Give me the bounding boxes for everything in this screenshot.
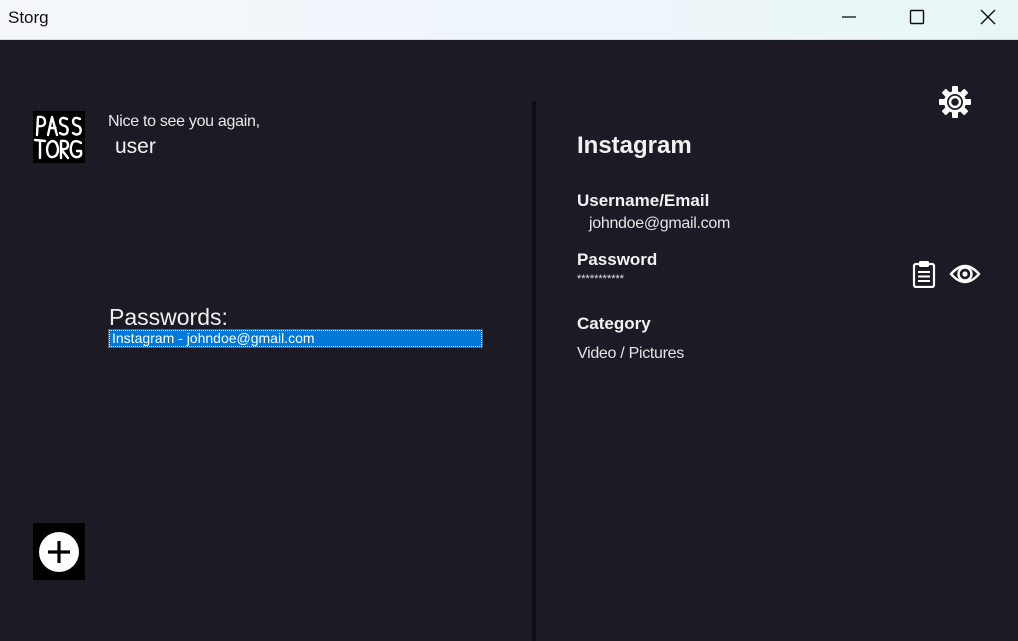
password-list[interactable]: Instagram - johndoe@gmail.com — [108, 329, 483, 348]
username-value: johndoe@gmail.com — [589, 215, 730, 232]
category-value: Video / Pictures — [577, 345, 684, 362]
add-password-button[interactable] — [33, 523, 85, 580]
title-bar: Storg — [0, 0, 1018, 40]
password-label: Password — [577, 250, 658, 269]
settings-button[interactable] — [937, 84, 973, 120]
close-button[interactable] — [953, 0, 1018, 34]
greeting-text: Nice to see you again, — [108, 113, 260, 130]
entry-title: Instagram — [577, 132, 692, 159]
plus-circle-icon — [39, 531, 79, 572]
gear-icon — [939, 86, 971, 118]
password-value: *********** — [577, 273, 625, 285]
maximize-icon — [909, 9, 925, 25]
panel-divider — [532, 101, 536, 641]
minimize-button[interactable] — [814, 0, 884, 34]
maximize-button[interactable] — [882, 0, 952, 34]
passwords-heading: Passwords: — [109, 304, 228, 330]
eye-icon — [949, 264, 981, 284]
window-title: Storg — [8, 8, 49, 27]
reveal-password-button[interactable] — [949, 261, 981, 287]
logo-icon — [33, 115, 83, 160]
close-icon — [980, 9, 996, 25]
category-label: Category — [577, 314, 651, 333]
clipboard-icon — [912, 261, 936, 289]
password-list-item[interactable]: Instagram - johndoe@gmail.com — [109, 330, 482, 347]
username-text: user — [115, 135, 156, 158]
username-label: Username/Email — [577, 191, 710, 210]
minimize-icon — [842, 16, 856, 18]
passtorg-logo — [33, 111, 85, 163]
app-content: Nice to see you again, user Passwords: I… — [0, 40, 1018, 641]
copy-password-button[interactable] — [912, 260, 936, 289]
